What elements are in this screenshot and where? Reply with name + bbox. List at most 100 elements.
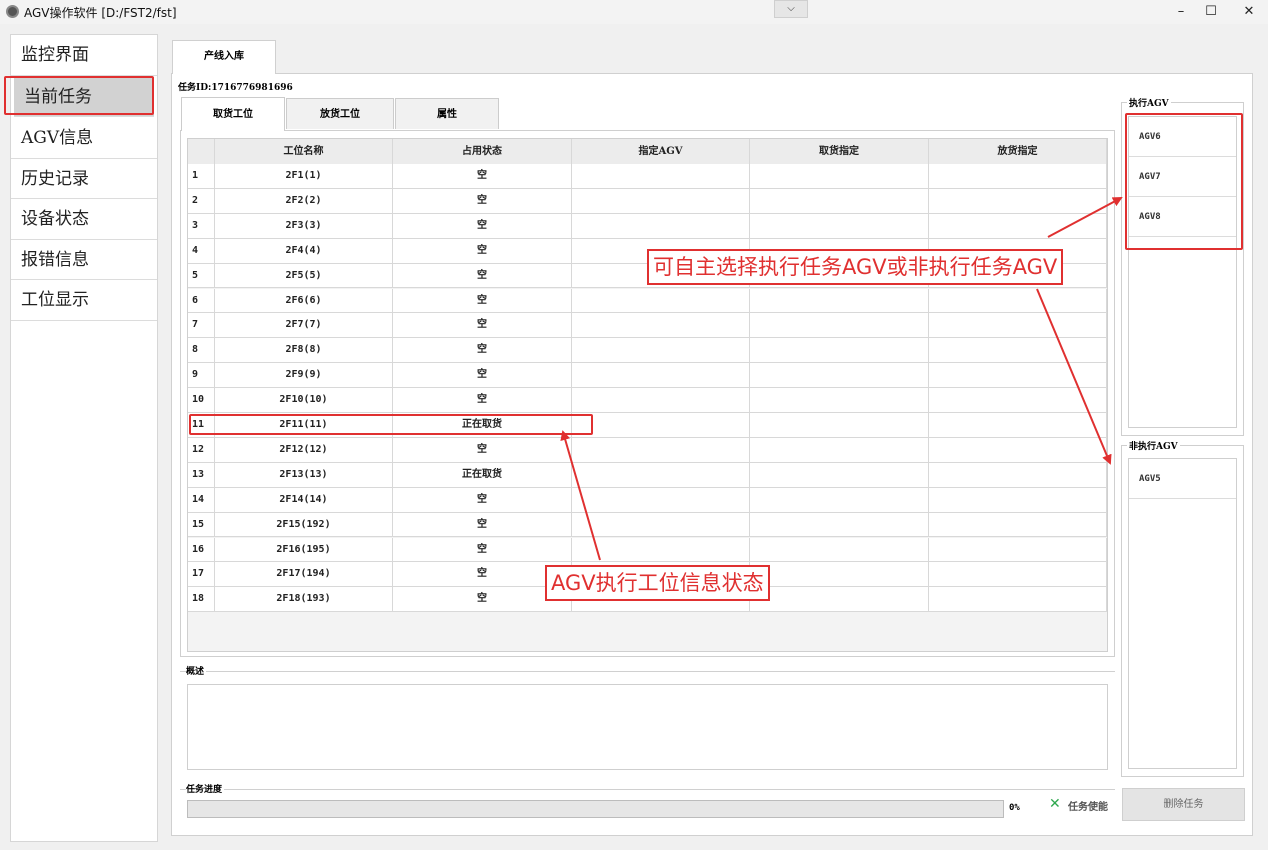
station-name-cell[interactable]: 2F15(192) [215,512,393,538]
occupancy-cell[interactable]: 空 [393,437,572,463]
row-number-cell[interactable]: 9 [188,363,215,389]
assigned-agv-cell[interactable] [572,213,750,239]
row-number-cell[interactable]: 4 [188,238,215,264]
table-row[interactable]: 3 2F3(3) 空 [188,213,1107,239]
task-enable-icon[interactable]: ✕ [1049,796,1061,812]
row-number-cell[interactable]: 3 [188,213,215,239]
pickup-assign-cell[interactable] [750,164,929,189]
dropoff-assign-cell[interactable] [929,213,1107,239]
table-row[interactable]: 13 2F13(13) 正在取货 [188,462,1107,488]
table-row[interactable]: 8 2F8(8) 空 [188,338,1107,364]
pickup-assign-cell[interactable] [750,188,929,214]
table-row[interactable]: 16 2F16(195) 空 [188,537,1107,563]
table-row[interactable]: 7 2F7(7) 空 [188,313,1107,339]
assigned-agv-cell[interactable] [572,487,750,513]
description-textarea[interactable] [187,684,1108,770]
agv-list-item[interactable]: AGV5 [1129,459,1236,499]
row-number-cell[interactable]: 7 [188,313,215,339]
row-number-cell[interactable]: 18 [188,587,215,613]
table-row[interactable]: 2 2F2(2) 空 [188,188,1107,214]
pickup-assign-cell[interactable] [750,288,929,314]
station-name-cell[interactable]: 2F16(195) [215,537,393,563]
dropoff-assign-cell[interactable] [929,313,1107,339]
pickup-assign-cell[interactable] [750,562,929,588]
task-enable-label[interactable]: 任务使能 [1068,798,1108,813]
dropoff-assign-cell[interactable] [929,388,1107,413]
table-row[interactable]: 6 2F6(6) 空 [188,288,1107,314]
row-number-cell[interactable]: 6 [188,288,215,314]
pickup-assign-cell[interactable] [750,313,929,339]
station-name-cell[interactable]: 2F8(8) [215,338,393,364]
assigned-agv-cell[interactable] [572,413,750,438]
assigned-agv-cell[interactable] [572,338,750,364]
station-name-cell[interactable]: 2F5(5) [215,263,393,289]
nav-item-error-info[interactable]: 报错信息 [11,240,157,280]
assigned-agv-cell[interactable] [572,388,750,413]
tab-properties[interactable]: 属性 [395,98,499,129]
close-button[interactable]: ✕ [1234,2,1264,22]
dropoff-assign-cell[interactable] [929,537,1107,563]
row-number-cell[interactable]: 10 [188,388,215,413]
table-row[interactable]: 12 2F12(12) 空 [188,437,1107,463]
station-name-cell[interactable]: 2F2(2) [215,188,393,214]
nav-item-agv-info[interactable]: AGV信息 [11,118,157,159]
pickup-assign-cell[interactable] [750,512,929,538]
occupancy-cell[interactable]: 空 [393,363,572,389]
row-number-cell[interactable]: 14 [188,487,215,513]
occupancy-cell[interactable]: 空 [393,512,572,538]
station-name-cell[interactable]: 2F9(9) [215,363,393,389]
assigned-agv-cell[interactable] [572,363,750,389]
station-name-cell[interactable]: 2F3(3) [215,213,393,239]
occupancy-cell[interactable]: 空 [393,213,572,239]
occupancy-cell[interactable]: 空 [393,164,572,189]
row-number-cell[interactable]: 8 [188,338,215,364]
station-name-cell[interactable]: 2F18(193) [215,587,393,613]
assigned-agv-cell[interactable] [572,313,750,339]
occupancy-cell[interactable]: 空 [393,313,572,339]
nav-item-history[interactable]: 历史记录 [11,159,157,199]
row-number-cell[interactable]: 16 [188,537,215,563]
assigned-agv-cell[interactable] [572,188,750,214]
station-name-cell[interactable]: 2F6(6) [215,288,393,314]
station-name-cell[interactable]: 2F17(194) [215,562,393,588]
dropoff-assign-cell[interactable] [929,363,1107,389]
pickup-assign-cell[interactable] [750,338,929,364]
table-row[interactable]: 9 2F9(9) 空 [188,363,1107,389]
assigned-agv-cell[interactable] [572,462,750,488]
occupancy-cell[interactable]: 空 [393,238,572,264]
nav-item-device-status[interactable]: 设备状态 [11,199,157,240]
row-number-cell[interactable]: 17 [188,562,215,588]
dropoff-assign-cell[interactable] [929,437,1107,463]
maximize-button[interactable]: ☐ [1196,2,1226,22]
row-number-cell[interactable]: 2 [188,188,215,214]
station-name-cell[interactable]: 2F1(1) [215,164,393,189]
tab-dropoff-station[interactable]: 放货工位 [286,98,394,129]
dropoff-assign-cell[interactable] [929,487,1107,513]
dropoff-assign-cell[interactable] [929,338,1107,364]
chevron-down-icon[interactable]: ⌵ [774,0,808,18]
row-number-cell[interactable]: 15 [188,512,215,538]
station-name-cell[interactable]: 2F12(12) [215,437,393,463]
table-row[interactable]: 14 2F14(14) 空 [188,487,1107,513]
station-name-cell[interactable]: 2F13(13) [215,462,393,488]
assigned-agv-cell[interactable] [572,437,750,463]
minimize-button[interactable]: – [1166,2,1196,22]
assigned-agv-cell[interactable] [572,164,750,189]
tab-pickup-station[interactable]: 取货工位 [181,97,285,131]
row-number-cell[interactable]: 12 [188,437,215,463]
occupancy-cell[interactable]: 空 [393,263,572,289]
row-number-cell[interactable]: 1 [188,164,215,189]
occupancy-cell[interactable]: 空 [393,288,572,314]
dropoff-assign-cell[interactable] [929,562,1107,588]
dropoff-assign-cell[interactable] [929,164,1107,189]
occupancy-cell[interactable]: 空 [393,188,572,214]
pickup-assign-cell[interactable] [750,462,929,488]
dropoff-assign-cell[interactable] [929,188,1107,214]
table-row[interactable]: 15 2F15(192) 空 [188,512,1107,538]
station-name-cell[interactable]: 2F4(4) [215,238,393,264]
assigned-agv-cell[interactable] [572,512,750,538]
tab-production-inbound[interactable]: 产线入库 [172,40,276,74]
dropoff-assign-cell[interactable] [929,288,1107,314]
pickup-assign-cell[interactable] [750,587,929,613]
nav-item-monitor[interactable]: 监控界面 [11,35,157,76]
